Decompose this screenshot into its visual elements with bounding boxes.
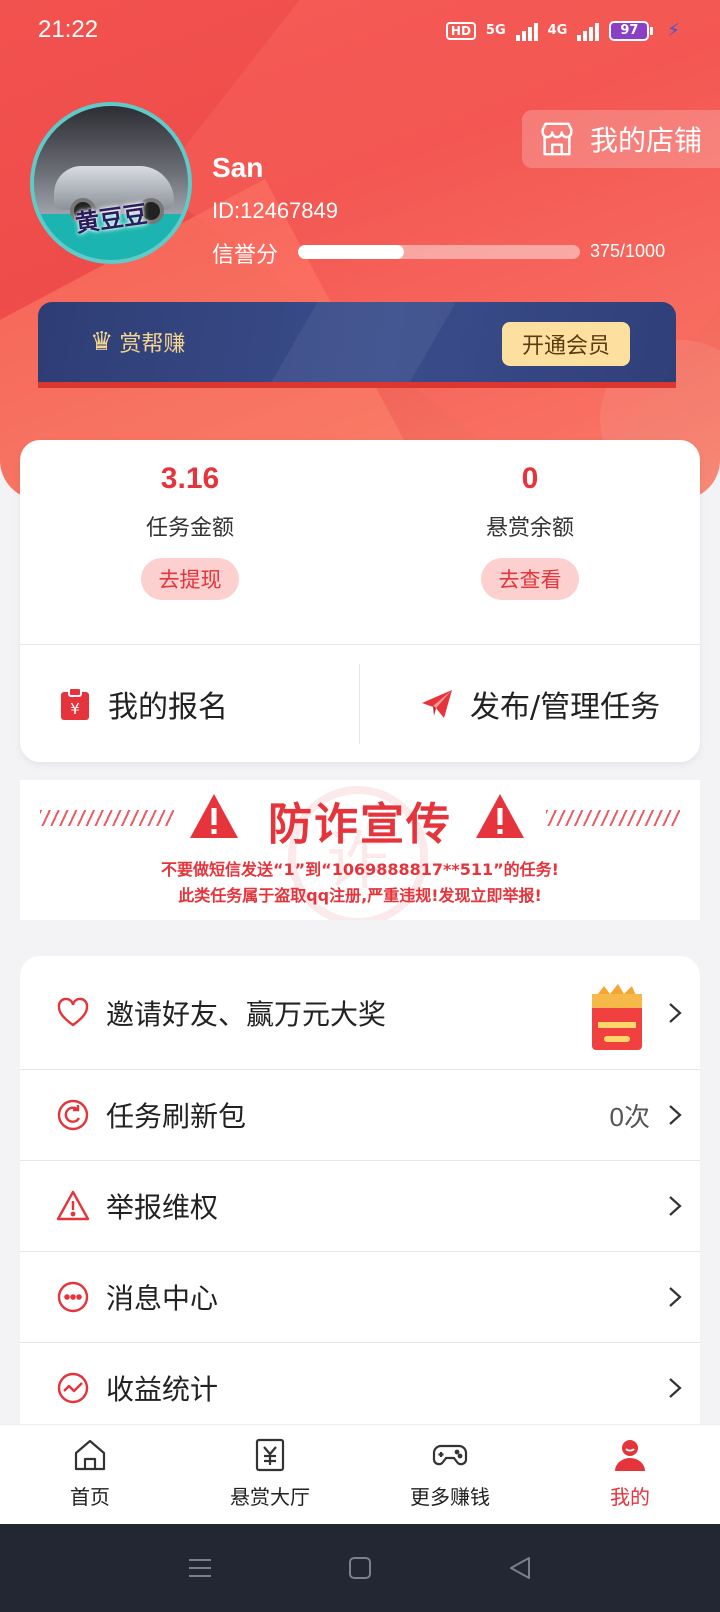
back-icon[interactable] bbox=[505, 1553, 535, 1583]
withdraw-button[interactable]: 去提现 bbox=[141, 558, 239, 600]
fraud-text-line-1: 不要做短信发送“1”到“1069888817**511”的任务! bbox=[161, 860, 559, 879]
balance-card: 3.16 任务金额 去提现 0 悬赏余额 去查看 ¥ 我的报名 发布/管理任务 bbox=[20, 440, 700, 762]
menu-item-label: 收益统计 bbox=[106, 1373, 219, 1406]
vip-card: ♛ 赏帮赚 开通会员 bbox=[38, 302, 676, 388]
username: San bbox=[212, 152, 264, 183]
divider bbox=[20, 644, 700, 645]
chevron-right-icon bbox=[669, 1002, 682, 1023]
nav-more-earnings-label: 更多赚钱 bbox=[410, 1485, 490, 1509]
credit-progress-fill bbox=[298, 245, 404, 259]
status-bar: 21:22 HD 5G 4G 97 ⚡ bbox=[0, 0, 720, 64]
task-amount: 3.16 bbox=[160, 462, 220, 495]
nav-reward-hall-label: 悬赏大厅 bbox=[230, 1485, 310, 1509]
battery-icon: 97 bbox=[609, 20, 654, 41]
credit-value: 375/1000 bbox=[590, 241, 666, 261]
clipboard-yuan-icon: ¥ bbox=[61, 687, 89, 720]
my-shop-label: 我的店铺 bbox=[590, 124, 703, 157]
refresh-count: 0次 bbox=[609, 1101, 650, 1132]
reward-balance-label: 悬赏余额 bbox=[485, 516, 574, 541]
chevron-right-icon bbox=[669, 1196, 682, 1216]
network-label: 5G bbox=[485, 23, 506, 38]
store-icon bbox=[541, 122, 573, 156]
crown-icon: ♛ bbox=[90, 327, 114, 357]
anti-fraud-banner[interactable]: 诈 防诈宣传 不要做短信发送“1”到“1069888817**511”的任务! … bbox=[20, 780, 700, 920]
nav-mine[interactable]: 我的 bbox=[540, 1425, 720, 1524]
charging-icon: ⚡ bbox=[667, 20, 680, 41]
menu-item-invite-friends[interactable]: 邀请好友、赢万元大奖 bbox=[20, 956, 700, 1070]
chevron-right-icon bbox=[669, 1105, 682, 1125]
publish-manage-label: 发布/管理任务 bbox=[470, 690, 661, 725]
status-time: 21:22 bbox=[38, 16, 99, 43]
my-shop-button[interactable]: 我的店铺 bbox=[522, 110, 720, 168]
menu-item-label: 邀请好友、赢万元大奖 bbox=[106, 997, 387, 1031]
reward-balance-section: 0 悬赏余额 去查看 bbox=[360, 462, 700, 600]
chevron-right-icon bbox=[669, 1378, 682, 1398]
menu-item-refresh-pack[interactable]: 任务刷新包 0次 bbox=[20, 1070, 700, 1161]
menu-item-label: 举报维权 bbox=[106, 1191, 219, 1224]
fraud-text-line-2: 此类任务属于盗取qq注册,严重违规!发现立即举报! bbox=[178, 886, 542, 905]
task-amount-section: 3.16 任务金额 去提现 bbox=[20, 462, 360, 600]
open-membership-button[interactable]: 开通会员 bbox=[502, 322, 630, 366]
hd-icon: HD bbox=[445, 21, 476, 40]
user-id: ID:12467849 bbox=[212, 198, 338, 223]
task-amount-label: 任务金额 bbox=[145, 516, 234, 541]
credit-label: 信誉分 bbox=[212, 243, 279, 268]
my-signup-button[interactable]: ¥ 我的报名 bbox=[20, 646, 360, 762]
credit-progress-bar bbox=[298, 245, 580, 259]
heart-icon bbox=[57, 997, 89, 1026]
gamepad-icon bbox=[432, 1444, 468, 1466]
home-icon bbox=[74, 1439, 106, 1471]
vip-title: ♛ 赏帮赚 bbox=[90, 326, 185, 358]
menu-item-report[interactable]: 举报维权 bbox=[20, 1161, 700, 1252]
network-label-2: 4G bbox=[547, 23, 568, 38]
menu-item-earnings-stats[interactable]: 收益统计 bbox=[20, 1343, 700, 1434]
menu-list: 邀请好友、赢万元大奖 任务刷新包 0次 举报维权 消息中心 收益统计 bbox=[20, 956, 700, 1436]
chevron-right-icon bbox=[669, 1287, 682, 1307]
signal-icon bbox=[515, 21, 538, 41]
menu-item-messages[interactable]: 消息中心 bbox=[20, 1252, 700, 1343]
warning-icon bbox=[56, 1190, 90, 1221]
red-envelope-icon bbox=[592, 984, 642, 1050]
nav-more-earnings[interactable]: 更多赚钱 bbox=[360, 1425, 540, 1524]
view-balance-button[interactable]: 去查看 bbox=[481, 558, 579, 600]
bottom-navigation: 首页 悬赏大厅 更多赚钱 我的 bbox=[0, 1424, 720, 1524]
user-icon bbox=[615, 1440, 645, 1471]
chart-icon bbox=[57, 1372, 89, 1404]
refresh-icon bbox=[57, 1099, 89, 1131]
menu-item-label: 任务刷新包 bbox=[106, 1100, 247, 1133]
vip-title-label: 赏帮赚 bbox=[119, 332, 186, 357]
paper-plane-icon bbox=[422, 690, 452, 718]
nav-mine-label: 我的 bbox=[610, 1485, 650, 1509]
home-square-icon[interactable] bbox=[345, 1553, 375, 1583]
fraud-title: 防诈宣传 bbox=[268, 799, 452, 850]
nav-reward-hall[interactable]: 悬赏大厅 bbox=[180, 1425, 360, 1524]
status-icons: HD 5G 4G 97 ⚡ bbox=[445, 20, 680, 41]
menu-icon[interactable] bbox=[185, 1553, 215, 1583]
publish-manage-button[interactable]: 发布/管理任务 bbox=[360, 646, 700, 762]
my-signup-label: 我的报名 bbox=[108, 690, 228, 725]
system-navigation-bar bbox=[0, 1524, 720, 1612]
reward-balance: 0 bbox=[521, 462, 539, 495]
yuan-icon bbox=[255, 1438, 285, 1472]
nav-home[interactable]: 首页 bbox=[0, 1425, 180, 1524]
avatar[interactable]: 黄豆豆 bbox=[30, 102, 192, 264]
menu-item-label: 消息中心 bbox=[106, 1282, 219, 1315]
nav-home-label: 首页 bbox=[70, 1485, 110, 1509]
signal-icon-2 bbox=[577, 21, 600, 41]
svg-text:¥: ¥ bbox=[70, 700, 80, 718]
message-icon bbox=[57, 1281, 89, 1313]
